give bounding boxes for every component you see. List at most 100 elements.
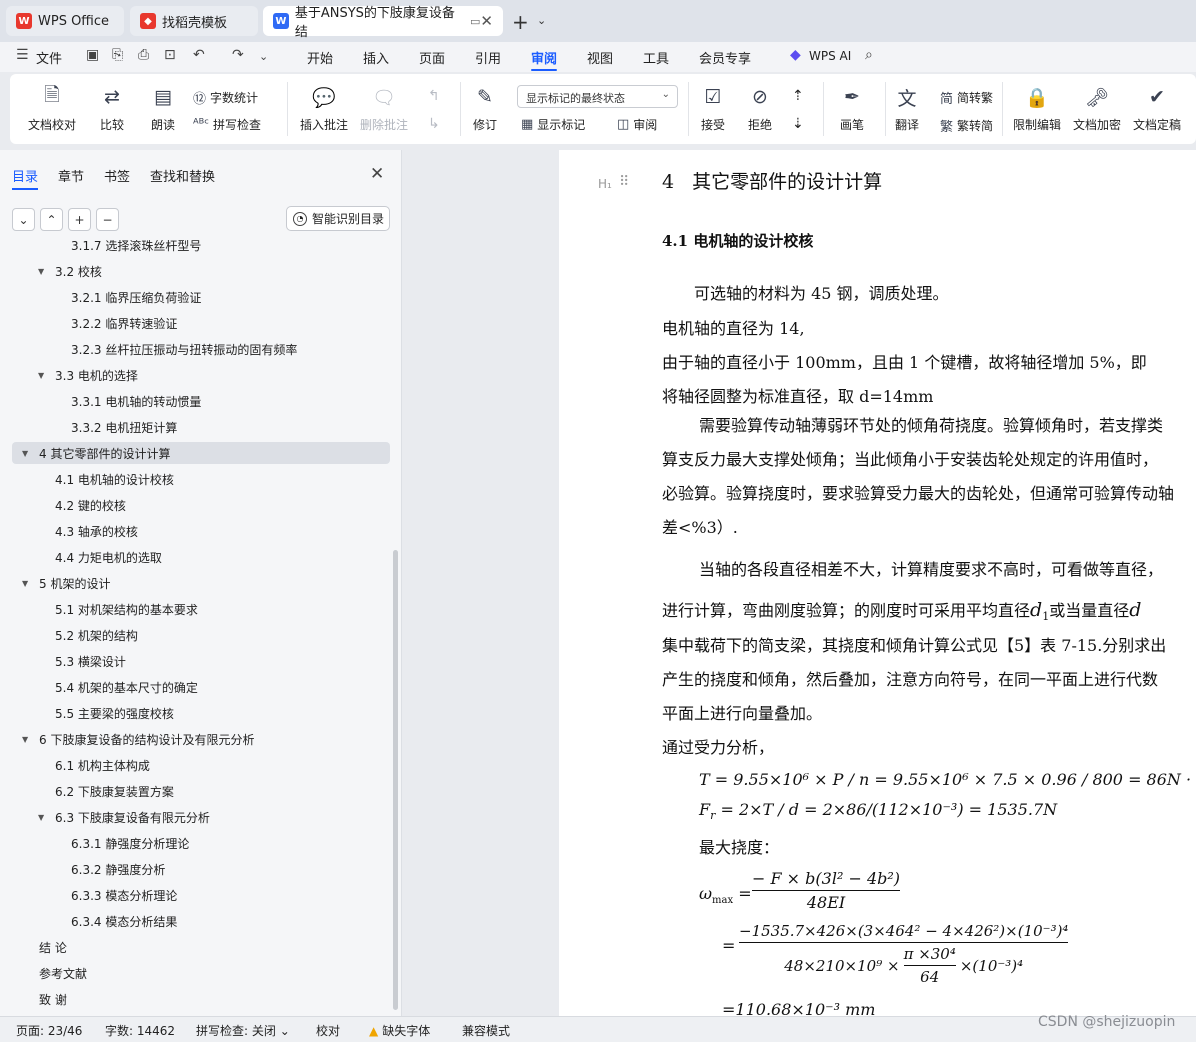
nav-tab-toc[interactable]: 目录 (12, 166, 39, 190)
toc-item[interactable]: 5.2 机架的结构 (12, 624, 390, 646)
menu-file[interactable]: 文件 (36, 48, 62, 67)
delete-comment-button[interactable]: 🗨 删除批注 (360, 84, 408, 133)
restrict-edit-button[interactable]: 🔒 限制编辑 (1013, 84, 1061, 133)
finalize-button[interactable]: ✔ 文档定稿 (1133, 84, 1181, 133)
document-page[interactable]: H₁ ⠿ 4 其它零部件的设计计算 4.1 电机轴的设计校核 可选轴的材料为 45… (559, 150, 1196, 1016)
toc-item[interactable]: 3.3.1 电机轴的转动惯量 (12, 390, 390, 412)
expand-arrow-icon[interactable]: ▼ (38, 371, 50, 380)
expand-arrow-icon[interactable]: ▼ (38, 813, 50, 822)
markup-state-select[interactable]: 显示标记的最终状态 ⌄ (517, 85, 678, 108)
simp-to-trad-button[interactable]: 简 简转繁 (940, 88, 993, 107)
toc-item[interactable]: ▼ 3.2 校核 (12, 260, 390, 282)
search-icon[interactable]: ⌕ (865, 47, 873, 63)
remove-heading-button[interactable]: − (96, 208, 119, 231)
toc-item[interactable]: 5.3 横梁设计 (12, 650, 390, 672)
toc-item[interactable]: 4.3 轴承的校核 (12, 520, 390, 542)
menu-tools[interactable]: 工具 (643, 48, 669, 67)
toc-item[interactable]: 6.3.1 静强度分析理论 (12, 832, 390, 854)
word-count-button[interactable]: ⑫ 字数统计 (193, 88, 258, 107)
review-pane-button[interactable]: ◫ 审阅 (617, 116, 657, 133)
page-indicator[interactable]: 页面: 23/46 (16, 1022, 82, 1039)
toc-item[interactable]: 4.2 键的校核 (12, 494, 390, 516)
prev-change-icon[interactable]: ⇡ (792, 88, 804, 104)
tab-document[interactable]: W 基于ANSYS的下肢康复设备结 ▭ ✕ (263, 6, 503, 40)
toc-item[interactable]: 4.4 力矩电机的选取 (12, 546, 390, 568)
share-icon[interactable]: ⎘ (112, 47, 123, 63)
expand-arrow-icon[interactable]: ▼ (22, 449, 34, 458)
pen-button[interactable]: ✒ 画笔 (839, 84, 865, 133)
nav-tab-find-replace[interactable]: 查找和替换 (150, 166, 215, 185)
close-pane-icon[interactable]: ✕ (370, 164, 384, 184)
chevron-down-icon[interactable]: ⌄ (537, 14, 546, 27)
missing-font-indicator[interactable]: ▲ 缺失字体 (369, 1022, 430, 1039)
toc-item[interactable]: ▼ 3.3 电机的选择 (12, 364, 390, 386)
print-icon[interactable]: ⎙ (138, 47, 149, 63)
toc-item[interactable]: 参考文献 (12, 962, 390, 984)
toc-item[interactable]: 6.2 下肢康复装置方案 (12, 780, 390, 802)
menu-page[interactable]: 页面 (419, 48, 445, 67)
prev-comment-icon[interactable]: ↰ (428, 88, 440, 104)
toc-item[interactable]: 3.2.3 丝杆拉压振动与扭转振动的固有频率 (12, 338, 390, 360)
proof-indicator[interactable]: 校对 (316, 1022, 340, 1039)
toc-item[interactable]: 3.2.2 临界转速验证 (12, 312, 390, 334)
expand-arrow-icon[interactable]: ▼ (22, 735, 34, 744)
insert-comment-button[interactable]: 💬 插入批注 (300, 84, 348, 133)
menu-view[interactable]: 视图 (587, 48, 613, 67)
toc-item[interactable]: 3.2.1 临界压缩负荷验证 (12, 286, 390, 308)
hamburger-icon[interactable]: ☰ (16, 47, 29, 63)
toc-item[interactable]: 6.1 机构主体构成 (12, 754, 390, 776)
next-comment-icon[interactable]: ↳ (428, 116, 440, 132)
translate-button[interactable]: 文 翻译 (894, 84, 920, 133)
more-chevron-icon[interactable]: ⌄ (259, 50, 268, 63)
save-icon[interactable]: ▣ (86, 47, 99, 63)
encrypt-button[interactable]: 🗝 文档加密 (1073, 84, 1121, 133)
nav-tab-bookmark[interactable]: 书签 (104, 166, 130, 185)
add-heading-button[interactable]: + (68, 208, 91, 231)
toc-scrollbar[interactable] (393, 550, 398, 1010)
track-changes-button[interactable]: ✎ 修订 (472, 84, 498, 133)
expand-arrow-icon[interactable]: ▼ (22, 579, 34, 588)
read-aloud-button[interactable]: ▤ 朗读 (150, 84, 176, 133)
toc-item[interactable]: 5.5 主要梁的强度校核 (12, 702, 390, 724)
tab-wps-office[interactable]: W WPS Office (6, 6, 124, 36)
redo-icon[interactable]: ↷ (232, 47, 244, 63)
toc-item[interactable]: 5.1 对机架结构的基本要求 (12, 598, 390, 620)
undo-icon[interactable]: ↶ (193, 47, 205, 63)
ai-toc-button[interactable]: ◔ 智能识别目录 (286, 206, 390, 231)
toc-item[interactable]: 致 谢 (12, 988, 390, 1010)
accept-button[interactable]: ☑ 接受 (700, 84, 726, 133)
collapse-up-button[interactable]: ⌃ (40, 208, 63, 231)
menu-member[interactable]: 会员专享 (699, 48, 751, 67)
word-count-indicator[interactable]: 字数: 14462 (105, 1022, 175, 1039)
expand-arrow-icon[interactable]: ▼ (38, 267, 50, 276)
print-preview-icon[interactable]: ⊡ (164, 47, 176, 63)
toc-item[interactable]: ▼ 6 下肢康复设备的结构设计及有限元分析 (12, 728, 390, 750)
spell-check-button[interactable]: ᴬᴮᶜ 拼写检查 (193, 116, 261, 133)
trad-to-simp-button[interactable]: 繁 繁转简 (940, 116, 993, 135)
toc-item[interactable]: 5.4 机架的基本尺寸的确定 (12, 676, 390, 698)
toc-item[interactable]: 3.1.7 选择滚珠丝杆型号 (12, 240, 390, 256)
new-tab-icon[interactable]: + (512, 10, 529, 34)
drag-handle-icon[interactable]: ⠿ (619, 174, 629, 190)
menu-wps-ai[interactable]: WPS AI (809, 49, 851, 63)
toc-item[interactable]: 4.1 电机轴的设计校核 (12, 468, 390, 490)
toc-item[interactable]: 6.3.2 静强度分析 (12, 858, 390, 880)
menu-references[interactable]: 引用 (475, 48, 501, 67)
expand-down-button[interactable]: ⌄ (12, 208, 35, 231)
doc-check-button[interactable]: 🗎 文档校对 (28, 84, 76, 133)
toc-item[interactable]: 6.3.4 模态分析结果 (12, 910, 390, 932)
spell-check-indicator[interactable]: 拼写检查: 关闭 ⌄ (196, 1022, 290, 1039)
compare-button[interactable]: ⇄ 比较 (99, 84, 125, 133)
reject-button[interactable]: ⊘ 拒绝 (747, 84, 773, 133)
toc-item[interactable]: 6.3.3 模态分析理论 (12, 884, 390, 906)
menu-review[interactable]: 审阅 (531, 48, 558, 71)
toc-item[interactable]: 3.3.2 电机扭矩计算 (12, 416, 390, 438)
next-change-icon[interactable]: ⇣ (792, 116, 804, 132)
toc-item[interactable]: 结 论 (12, 936, 390, 958)
menu-home[interactable]: 开始 (307, 48, 333, 67)
toc-item[interactable]: ▼ 6.3 下肢康复设备有限元分析 (12, 806, 390, 828)
tab-docer[interactable]: ◆ 找稻壳模板 (130, 6, 258, 36)
show-markup-button[interactable]: ▦ 显示标记 (521, 116, 585, 133)
menu-insert[interactable]: 插入 (363, 48, 389, 67)
nav-tab-chapter[interactable]: 章节 (58, 166, 84, 185)
